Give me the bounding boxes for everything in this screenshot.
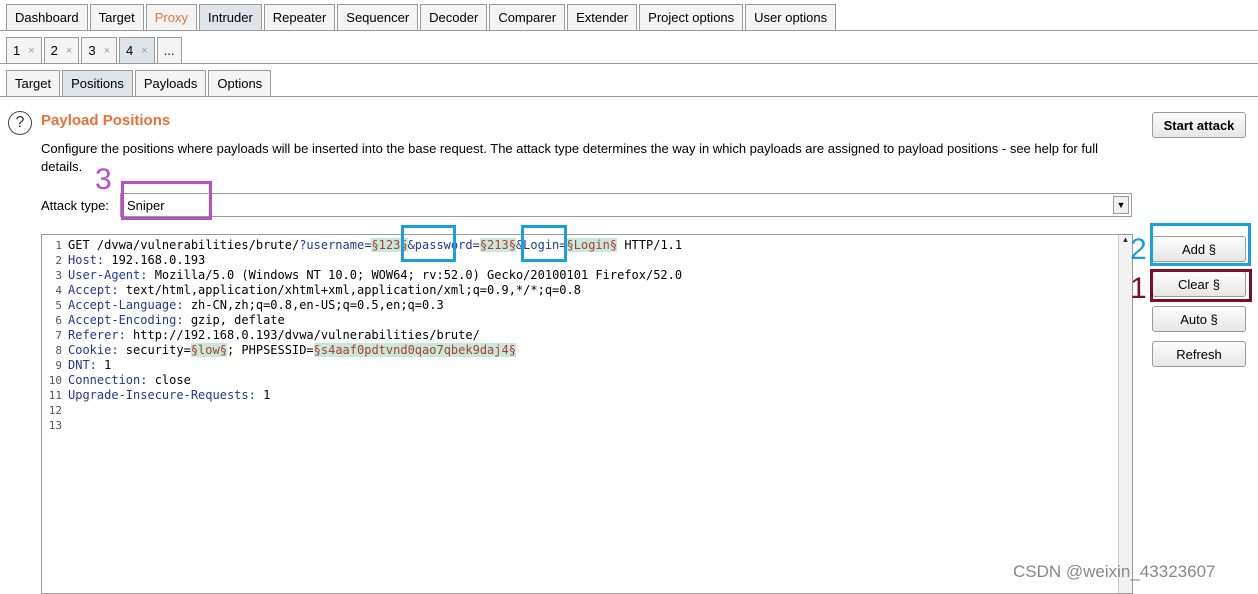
line-text: User-Agent: Mozilla/5.0 (Windows NT 10.0… bbox=[68, 268, 683, 282]
line-number: 8 bbox=[55, 344, 62, 357]
main-tab-bar: Dashboard Target Proxy Intruder Repeater… bbox=[6, 4, 838, 30]
close-icon[interactable]: × bbox=[66, 45, 72, 57]
line-number: 6 bbox=[55, 314, 62, 327]
tab-decoder[interactable]: Decoder bbox=[420, 4, 488, 30]
sub-tab-bar: Target Positions Payloads Options bbox=[6, 70, 273, 96]
payload-marker[interactable]: §213§ bbox=[479, 238, 516, 252]
line-number: 2 bbox=[55, 254, 62, 267]
tab-target[interactable]: Target bbox=[89, 4, 144, 30]
subtab-options[interactable]: Options bbox=[208, 70, 272, 96]
close-icon[interactable]: × bbox=[141, 45, 147, 57]
line-text: GET /dvwa/vulnerabilities/brute/?usernam… bbox=[68, 238, 683, 252]
attack-type-select[interactable]: Sniper ▼ bbox=[120, 193, 1132, 217]
attack-type-value: Sniper bbox=[127, 197, 165, 213]
watermark: CSDN @weixin_43323607 bbox=[1013, 562, 1216, 581]
attack-tab-bar: 1 × 2 × 3 × 4 × ... bbox=[6, 37, 184, 63]
tab-user-options[interactable]: User options bbox=[745, 4, 837, 30]
line-number: 12 bbox=[48, 404, 62, 417]
line-text: Upgrade-Insecure-Requests: 1 bbox=[68, 388, 271, 402]
attack-tab-label: 4 bbox=[126, 43, 134, 58]
line-number: 7 bbox=[55, 329, 62, 342]
line-text: Connection: close bbox=[68, 373, 191, 387]
tab-sequencer[interactable]: Sequencer bbox=[337, 4, 419, 30]
attack-tab-1[interactable]: 1 × bbox=[6, 37, 42, 63]
clear-markers-button[interactable]: Clear § bbox=[1152, 271, 1246, 297]
annotation-number-2: 2 bbox=[1130, 233, 1147, 266]
start-attack-button[interactable]: Start attack bbox=[1152, 112, 1246, 138]
attack-tab-4[interactable]: 4 × bbox=[119, 37, 155, 63]
line-text: Accept-Language: zh-CN,zh;q=0.8,en-US;q=… bbox=[68, 298, 444, 312]
attack-type-label: Attack type: bbox=[41, 198, 109, 213]
line-text: Referer: http://192.168.0.193/dvwa/vulne… bbox=[68, 328, 480, 342]
tab-intruder[interactable]: Intruder bbox=[198, 4, 262, 30]
attack-tab-3[interactable]: 3 × bbox=[81, 37, 118, 63]
attack-tab-label: 1 bbox=[13, 43, 21, 58]
auto-markers-button[interactable]: Auto § bbox=[1152, 306, 1246, 332]
payload-marker[interactable]: §123§ bbox=[371, 238, 408, 252]
annotation-number-3: 3 bbox=[95, 163, 112, 196]
tab-divider bbox=[0, 30, 1258, 31]
payload-marker[interactable]: §low§ bbox=[190, 343, 227, 357]
line-number: 9 bbox=[55, 359, 62, 372]
section-description: Configure the positions where payloads w… bbox=[41, 141, 1098, 174]
line-text: Cookie: security=§low§; PHPSESSID=§s4aaf… bbox=[68, 343, 516, 357]
tab-proxy[interactable]: Proxy bbox=[145, 4, 197, 30]
subtab-target[interactable]: Target bbox=[6, 70, 61, 96]
payload-marker[interactable]: §Login§ bbox=[566, 238, 618, 252]
refresh-button[interactable]: Refresh bbox=[1152, 341, 1246, 367]
tab-comparer[interactable]: Comparer bbox=[489, 4, 566, 30]
annotation-number-1: 1 bbox=[1130, 272, 1147, 305]
subtab-payloads[interactable]: Payloads bbox=[134, 70, 207, 96]
tab-repeater[interactable]: Repeater bbox=[263, 4, 336, 30]
section-title: Payload Positions bbox=[41, 112, 171, 129]
subtab-positions[interactable]: Positions bbox=[62, 70, 133, 96]
payload-marker[interactable]: §s4aaf0pdtvnd0qao7qbek9daj4§ bbox=[313, 343, 516, 357]
line-number: 5 bbox=[55, 299, 62, 312]
line-text: DNT: 1 bbox=[68, 358, 112, 372]
line-number: 4 bbox=[55, 284, 62, 297]
add-marker-button[interactable]: Add § bbox=[1152, 236, 1246, 262]
line-number: 1 bbox=[55, 239, 62, 252]
line-text: Accept-Encoding: gzip, deflate bbox=[68, 313, 285, 327]
line-number: 10 bbox=[48, 374, 62, 387]
close-icon[interactable]: × bbox=[28, 45, 34, 57]
help-icon[interactable]: ? bbox=[8, 111, 32, 135]
line-text: Accept: text/html,application/xhtml+xml,… bbox=[68, 283, 581, 297]
request-editor[interactable]: ▲ 1 GET /dvwa/vulnerabilities/brute/?user… bbox=[41, 234, 1133, 594]
tab-dashboard[interactable]: Dashboard bbox=[6, 4, 88, 30]
line-number: 11 bbox=[48, 389, 62, 402]
line-number: 3 bbox=[55, 269, 62, 282]
close-icon[interactable]: × bbox=[104, 45, 110, 57]
attack-tab-label: 3 bbox=[88, 43, 96, 58]
new-attack-tab[interactable]: ... bbox=[156, 37, 182, 63]
chevron-down-icon[interactable]: ▼ bbox=[1113, 196, 1129, 214]
tab-divider bbox=[0, 63, 1258, 64]
line-text: Host: 192.168.0.193 bbox=[68, 253, 206, 267]
line-number: 13 bbox=[48, 419, 62, 432]
tab-project-options[interactable]: Project options bbox=[639, 4, 744, 30]
attack-tab-label: 2 bbox=[50, 43, 58, 58]
tab-divider bbox=[0, 96, 1258, 97]
attack-tab-2[interactable]: 2 × bbox=[43, 37, 80, 63]
tab-extender[interactable]: Extender bbox=[567, 4, 638, 30]
